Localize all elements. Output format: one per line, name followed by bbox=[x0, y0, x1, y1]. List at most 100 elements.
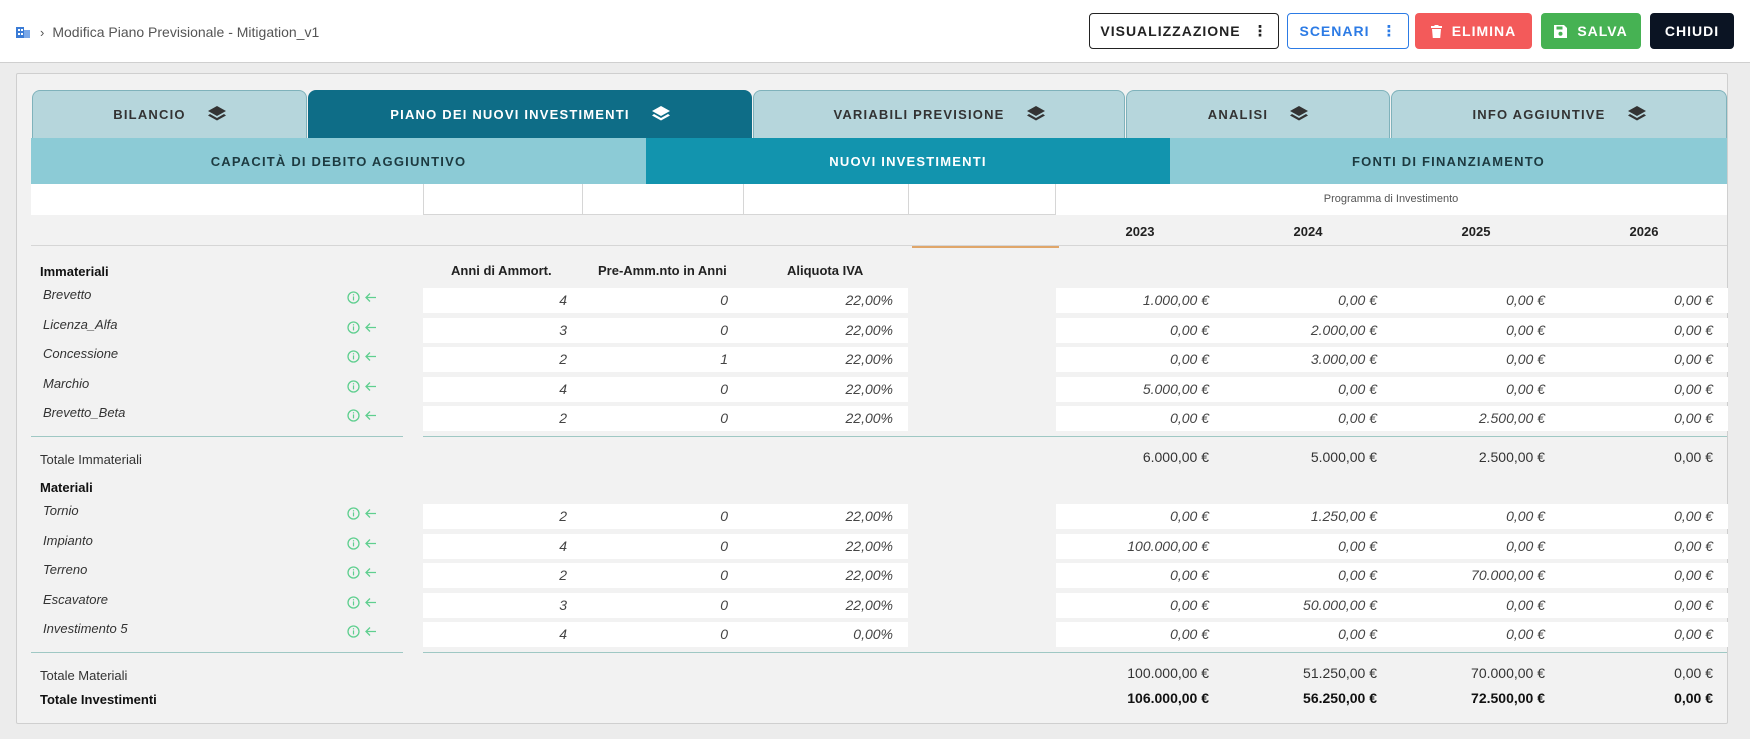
ammort-cell[interactable]: 3 bbox=[423, 593, 582, 618]
building-icon[interactable] bbox=[16, 26, 30, 38]
year-value-cell[interactable]: 0,00 € bbox=[1224, 622, 1392, 647]
iva-cell[interactable]: 22,00% bbox=[743, 318, 908, 343]
visualizzazione-button[interactable]: VISUALIZZAZIONE ⋮ bbox=[1089, 13, 1279, 49]
tab-piano-nuovi-investimenti[interactable]: PIANO DEI NUOVI INVESTIMENTI bbox=[308, 90, 752, 138]
arrow-left-icon[interactable] bbox=[364, 625, 377, 638]
year-value-cell[interactable]: 0,00 € bbox=[1056, 622, 1224, 647]
year-value-cell[interactable]: 0,00 € bbox=[1056, 504, 1224, 529]
iva-cell[interactable]: 0,00% bbox=[743, 622, 908, 647]
pre-amm-cell[interactable]: 0 bbox=[582, 563, 743, 588]
year-value-cell[interactable]: 0,00 € bbox=[1056, 563, 1224, 588]
pre-amm-cell[interactable]: 0 bbox=[582, 504, 743, 529]
iva-cell[interactable]: 22,00% bbox=[743, 593, 908, 618]
tab-info-aggiuntive[interactable]: INFO AGGIUNTIVE bbox=[1391, 90, 1727, 138]
pre-amm-cell[interactable]: 0 bbox=[582, 622, 743, 647]
year-value-cell[interactable]: 0,00 € bbox=[1560, 377, 1728, 402]
breadcrumb-page[interactable]: Modifica Piano Previsionale - Mitigation… bbox=[52, 24, 319, 40]
year-value-cell[interactable]: 5.000,00 € bbox=[1056, 377, 1224, 402]
tab-analisi[interactable]: ANALISI bbox=[1126, 90, 1390, 138]
pre-amm-cell[interactable]: 0 bbox=[582, 406, 743, 431]
pre-amm-cell[interactable]: 1 bbox=[582, 347, 743, 372]
ammort-cell[interactable]: 2 bbox=[423, 504, 582, 529]
ammort-cell[interactable]: 2 bbox=[423, 406, 582, 431]
iva-cell[interactable]: 22,00% bbox=[743, 288, 908, 313]
info-circle-icon[interactable] bbox=[347, 566, 360, 579]
year-value-cell[interactable]: 0,00 € bbox=[1392, 377, 1560, 402]
iva-cell[interactable]: 22,00% bbox=[743, 347, 908, 372]
ammort-cell[interactable]: 4 bbox=[423, 534, 582, 559]
pre-amm-cell[interactable]: 0 bbox=[582, 593, 743, 618]
iva-cell[interactable]: 22,00% bbox=[743, 406, 908, 431]
year-value-cell[interactable]: 50.000,00 € bbox=[1224, 593, 1392, 618]
arrow-left-icon[interactable] bbox=[364, 321, 377, 334]
year-value-cell[interactable]: 0,00 € bbox=[1560, 288, 1728, 313]
year-value-cell[interactable]: 0,00 € bbox=[1056, 318, 1224, 343]
info-circle-icon[interactable] bbox=[347, 350, 360, 363]
info-circle-icon[interactable] bbox=[347, 409, 360, 422]
ammort-cell[interactable]: 2 bbox=[423, 347, 582, 372]
subtab-fonti-finanziamento[interactable]: FONTI DI FINANZIAMENTO bbox=[1170, 138, 1727, 184]
chiudi-button[interactable]: CHIUDI bbox=[1650, 13, 1734, 49]
iva-cell[interactable]: 22,00% bbox=[743, 563, 908, 588]
iva-cell[interactable]: 22,00% bbox=[743, 377, 908, 402]
year-value-cell[interactable]: 0,00 € bbox=[1560, 318, 1728, 343]
info-circle-icon[interactable] bbox=[347, 321, 360, 334]
year-value-cell[interactable]: 0,00 € bbox=[1392, 593, 1560, 618]
pre-amm-cell[interactable]: 0 bbox=[582, 288, 743, 313]
year-value-cell[interactable]: 0,00 € bbox=[1392, 622, 1560, 647]
iva-cell[interactable]: 22,00% bbox=[743, 504, 908, 529]
year-value-cell[interactable]: 0,00 € bbox=[1224, 563, 1392, 588]
info-circle-icon[interactable] bbox=[347, 596, 360, 609]
year-value-cell[interactable]: 3.000,00 € bbox=[1224, 347, 1392, 372]
elimina-button[interactable]: ELIMINA bbox=[1415, 13, 1532, 49]
year-value-cell[interactable]: 0,00 € bbox=[1560, 534, 1728, 559]
year-value-cell[interactable]: 0,00 € bbox=[1056, 347, 1224, 372]
scenari-button[interactable]: SCENARI ⋮ bbox=[1287, 13, 1409, 49]
ammort-cell[interactable]: 2 bbox=[423, 563, 582, 588]
year-value-cell[interactable]: 0,00 € bbox=[1392, 318, 1560, 343]
year-value-cell[interactable]: 0,00 € bbox=[1392, 534, 1560, 559]
year-value-cell[interactable]: 0,00 € bbox=[1224, 377, 1392, 402]
arrow-left-icon[interactable] bbox=[364, 291, 377, 304]
ammort-cell[interactable]: 4 bbox=[423, 288, 582, 313]
tab-variabili-previsione[interactable]: VARIABILI PREVISIONE bbox=[753, 90, 1125, 138]
info-circle-icon[interactable] bbox=[347, 380, 360, 393]
year-value-cell[interactable]: 0,00 € bbox=[1560, 593, 1728, 618]
iva-cell[interactable]: 22,00% bbox=[743, 534, 908, 559]
arrow-left-icon[interactable] bbox=[364, 566, 377, 579]
year-value-cell[interactable]: 0,00 € bbox=[1224, 406, 1392, 431]
ammort-cell[interactable]: 4 bbox=[423, 622, 582, 647]
year-value-cell[interactable]: 0,00 € bbox=[1392, 504, 1560, 529]
year-value-cell[interactable]: 0,00 € bbox=[1056, 593, 1224, 618]
ammort-cell[interactable]: 4 bbox=[423, 377, 582, 402]
arrow-left-icon[interactable] bbox=[364, 380, 377, 393]
arrow-left-icon[interactable] bbox=[364, 350, 377, 363]
arrow-left-icon[interactable] bbox=[364, 507, 377, 520]
salva-button[interactable]: SALVA bbox=[1541, 13, 1641, 49]
year-value-cell[interactable]: 0,00 € bbox=[1560, 347, 1728, 372]
info-circle-icon[interactable] bbox=[347, 625, 360, 638]
year-value-cell[interactable]: 0,00 € bbox=[1056, 406, 1224, 431]
pre-amm-cell[interactable]: 0 bbox=[582, 377, 743, 402]
year-value-cell[interactable]: 0,00 € bbox=[1224, 534, 1392, 559]
year-value-cell[interactable]: 1.250,00 € bbox=[1224, 504, 1392, 529]
year-value-cell[interactable]: 0,00 € bbox=[1224, 288, 1392, 313]
subtab-nuovi-investimenti[interactable]: NUOVI INVESTIMENTI bbox=[646, 138, 1170, 184]
pre-amm-cell[interactable]: 0 bbox=[582, 318, 743, 343]
year-value-cell[interactable]: 0,00 € bbox=[1560, 622, 1728, 647]
year-value-cell[interactable]: 1.000,00 € bbox=[1056, 288, 1224, 313]
year-value-cell[interactable]: 2.500,00 € bbox=[1392, 406, 1560, 431]
arrow-left-icon[interactable] bbox=[364, 596, 377, 609]
year-value-cell[interactable]: 0,00 € bbox=[1560, 563, 1728, 588]
arrow-left-icon[interactable] bbox=[364, 409, 377, 422]
arrow-left-icon[interactable] bbox=[364, 537, 377, 550]
info-circle-icon[interactable] bbox=[347, 507, 360, 520]
year-value-cell[interactable]: 0,00 € bbox=[1560, 406, 1728, 431]
tab-bilancio[interactable]: BILANCIO bbox=[32, 90, 307, 138]
year-value-cell[interactable]: 70.000,00 € bbox=[1392, 563, 1560, 588]
info-circle-icon[interactable] bbox=[347, 537, 360, 550]
year-value-cell[interactable]: 0,00 € bbox=[1560, 504, 1728, 529]
subtab-capacita-debito[interactable]: CAPACITÀ DI DEBITO AGGIUNTIVO bbox=[31, 138, 646, 184]
year-value-cell[interactable]: 100.000,00 € bbox=[1056, 534, 1224, 559]
ammort-cell[interactable]: 3 bbox=[423, 318, 582, 343]
